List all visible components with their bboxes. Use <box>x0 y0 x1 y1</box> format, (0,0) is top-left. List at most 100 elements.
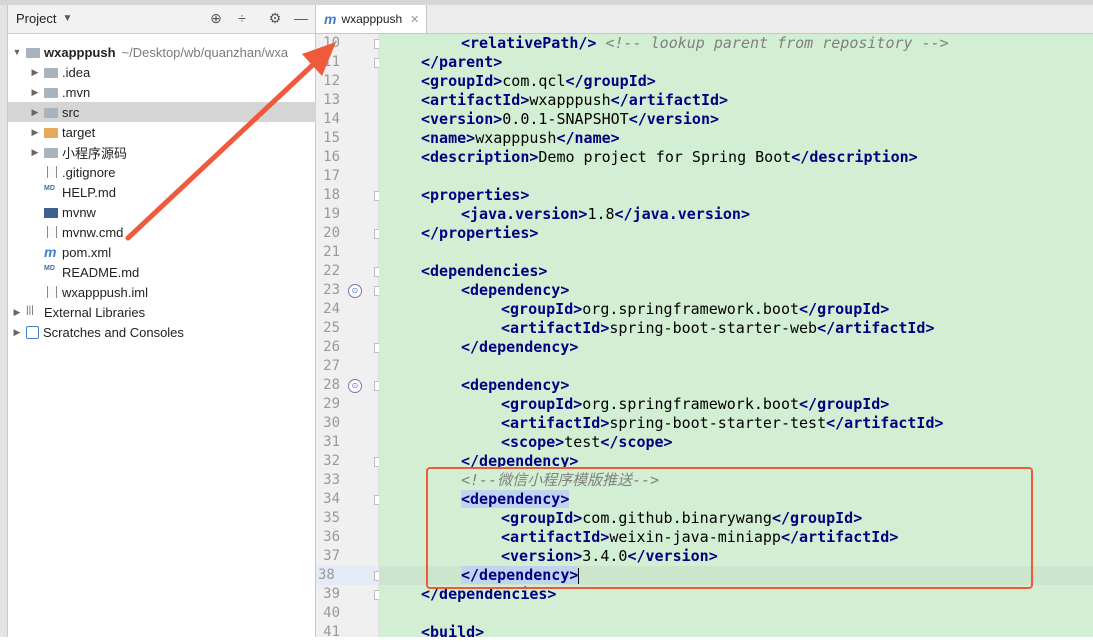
code-tag: </artifactId> <box>826 414 944 432</box>
line-number: 33 <box>323 472 340 488</box>
close-icon[interactable]: ✕ <box>410 13 419 26</box>
iml-file-icon <box>47 286 57 298</box>
annotation-highlight-box <box>426 467 1033 589</box>
tree-item[interactable]: ▶ src <box>8 102 337 122</box>
tree-item-label: target <box>62 124 96 140</box>
line-number: 12 <box>323 73 340 89</box>
code-line[interactable]: </parent> <box>421 53 502 72</box>
tree-item-label: HELP.md <box>62 184 116 200</box>
tree-item-label: wxapppush.iml <box>62 284 148 300</box>
tree-item[interactable]: .gitignore <box>8 162 337 182</box>
chevron-right-icon[interactable]: ▶ <box>30 127 40 138</box>
code-line[interactable]: <scope>test</scope> <box>501 433 673 452</box>
code-tag: <artifactId> <box>421 91 530 109</box>
collapse-all-icon[interactable]: ÷ <box>234 10 250 26</box>
code-line[interactable]: <name>wxapppush</name> <box>421 129 620 148</box>
code-tag: </java.version> <box>614 205 750 223</box>
line-number: 21 <box>323 244 340 260</box>
code-tag: <groupId> <box>421 72 503 90</box>
line-number: 26 <box>323 339 340 355</box>
file-icon <box>47 166 57 178</box>
code-tag: <properties> <box>421 186 530 204</box>
editor-tab-pom[interactable]: m wxapppush ✕ <box>316 5 427 33</box>
hide-panel-icon[interactable]: — <box>293 10 309 26</box>
code-line[interactable]: <groupId>org.springframework.boot</group… <box>501 300 889 319</box>
maven-dependency-icon[interactable]: ⊙ <box>348 284 362 298</box>
line-number: 36 <box>323 529 340 545</box>
code-text: Demo project for Spring Boot <box>538 148 792 166</box>
code-line[interactable]: <build> <box>421 623 484 642</box>
tree-item[interactable]: MD README.md <box>8 262 337 282</box>
folder-icon <box>26 48 40 58</box>
chevron-right-icon[interactable]: ▶ <box>30 87 40 98</box>
code-tag: <groupId> <box>501 395 583 413</box>
code-line[interactable]: <artifactId>spring-boot-starter-test</ar… <box>501 414 944 433</box>
code-line[interactable]: <artifactId>wxapppush</artifactId> <box>421 91 728 110</box>
code-line[interactable]: </properties> <box>421 224 538 243</box>
tree-item[interactable]: ▶ .mvn <box>8 82 337 102</box>
line-number: 28 <box>323 377 340 393</box>
code-line[interactable]: <groupId>org.springframework.boot</group… <box>501 395 889 414</box>
left-tool-strip[interactable] <box>0 5 8 637</box>
tree-item[interactable]: mvnw <box>8 202 337 222</box>
code-line[interactable]: <dependency> <box>461 376 569 395</box>
locate-icon[interactable]: ⊕ <box>208 10 224 26</box>
chevron-right-icon[interactable]: ▶ <box>12 327 22 338</box>
line-number: 10 <box>323 35 340 51</box>
chevron-right-icon[interactable]: ▶ <box>12 307 22 318</box>
code-text: 0.0.1-SNAPSHOT <box>502 110 629 128</box>
code-line[interactable]: <java.version>1.8</java.version> <box>461 205 750 224</box>
tree-item[interactable]: wxapppush.iml <box>8 282 337 302</box>
code-text: org.springframework.boot <box>582 300 800 318</box>
code-comment: <!-- lookup parent from repository --> <box>605 34 949 52</box>
line-number: 35 <box>323 510 340 526</box>
code-tag: <groupId> <box>501 300 583 318</box>
tree-item-label: .gitignore <box>62 164 116 180</box>
editor-tab-bar: m wxapppush ✕ <box>316 5 1093 34</box>
code-line[interactable]: <dependencies> <box>421 262 547 281</box>
gear-icon[interactable]: ⚙ <box>267 10 283 26</box>
tree-item[interactable]: ▶ target <box>8 122 337 142</box>
code-line[interactable]: <dependency> <box>461 281 569 300</box>
code-line[interactable]: <properties> <box>421 186 529 205</box>
chevron-down-icon[interactable]: ▼ <box>12 47 22 57</box>
line-number: 11 <box>323 54 340 70</box>
chevron-right-icon[interactable]: ▶ <box>30 147 40 158</box>
tree-item-label: 小程序源码 <box>62 145 128 161</box>
tree-item[interactable]: ▶ 小程序源码 <box>8 142 337 162</box>
code-text: spring-boot-starter-test <box>609 414 827 432</box>
line-number: 13 <box>323 92 340 108</box>
code-line[interactable]: <description>Demo project for Spring Boo… <box>421 148 918 167</box>
code-line[interactable]: </dependency> <box>461 338 578 357</box>
code-tag: </artifactId> <box>817 319 935 337</box>
library-icon: ||| <box>26 305 34 316</box>
line-number: 25 <box>323 320 340 336</box>
tree-item[interactable]: ▶ .idea <box>8 62 337 82</box>
code-line[interactable]: <version>0.0.1-SNAPSHOT</version> <box>421 110 719 129</box>
project-view-selector[interactable]: Project ▼ <box>16 11 72 26</box>
code-line[interactable]: <groupId>com.qcl</groupId> <box>421 72 656 91</box>
code-tag: </groupId> <box>799 395 890 413</box>
chevron-right-icon[interactable]: ▶ <box>30 67 40 78</box>
tree-item[interactable]: ▼ wxapppush ~/Desktop/wb/quanzhan/wxa <box>8 42 319 62</box>
tree-item-label: wxapppush <box>44 44 116 60</box>
maven-dependency-icon[interactable]: ⊙ <box>348 379 362 393</box>
editor-gutter[interactable]: 10 11 12 13 14 15 16 17 18 19 20 21 22 23 ⊙ 24 25 26 27 28 ⊙… <box>316 34 398 640</box>
code-text: wxapppush <box>529 91 611 109</box>
line-number: 32 <box>323 453 340 469</box>
line-number: 41 <box>323 624 340 640</box>
chevron-right-icon[interactable]: ▶ <box>30 107 40 118</box>
code-line[interactable]: <artifactId>spring-boot-starter-web</art… <box>501 319 935 338</box>
code-tag: </name> <box>556 129 620 147</box>
tree-item[interactable]: mvnw.cmd <box>8 222 337 242</box>
tree-item[interactable]: ▶ Scratches and Consoles <box>8 322 319 342</box>
tree-item[interactable]: ▶ ||| External Libraries <box>8 302 319 322</box>
tab-label: wxapppush <box>341 12 403 26</box>
line-number: 29 <box>323 396 340 412</box>
code-line[interactable]: <relativePath/> <!-- lookup parent from … <box>461 34 949 53</box>
tree-item-label: .mvn <box>62 84 91 100</box>
tree-item[interactable]: m pom.xml <box>8 242 337 262</box>
tree-item[interactable]: MD HELP.md <box>8 182 337 202</box>
tree-item-label: mvnw.cmd <box>62 224 124 240</box>
code-tag: <name> <box>421 129 476 147</box>
